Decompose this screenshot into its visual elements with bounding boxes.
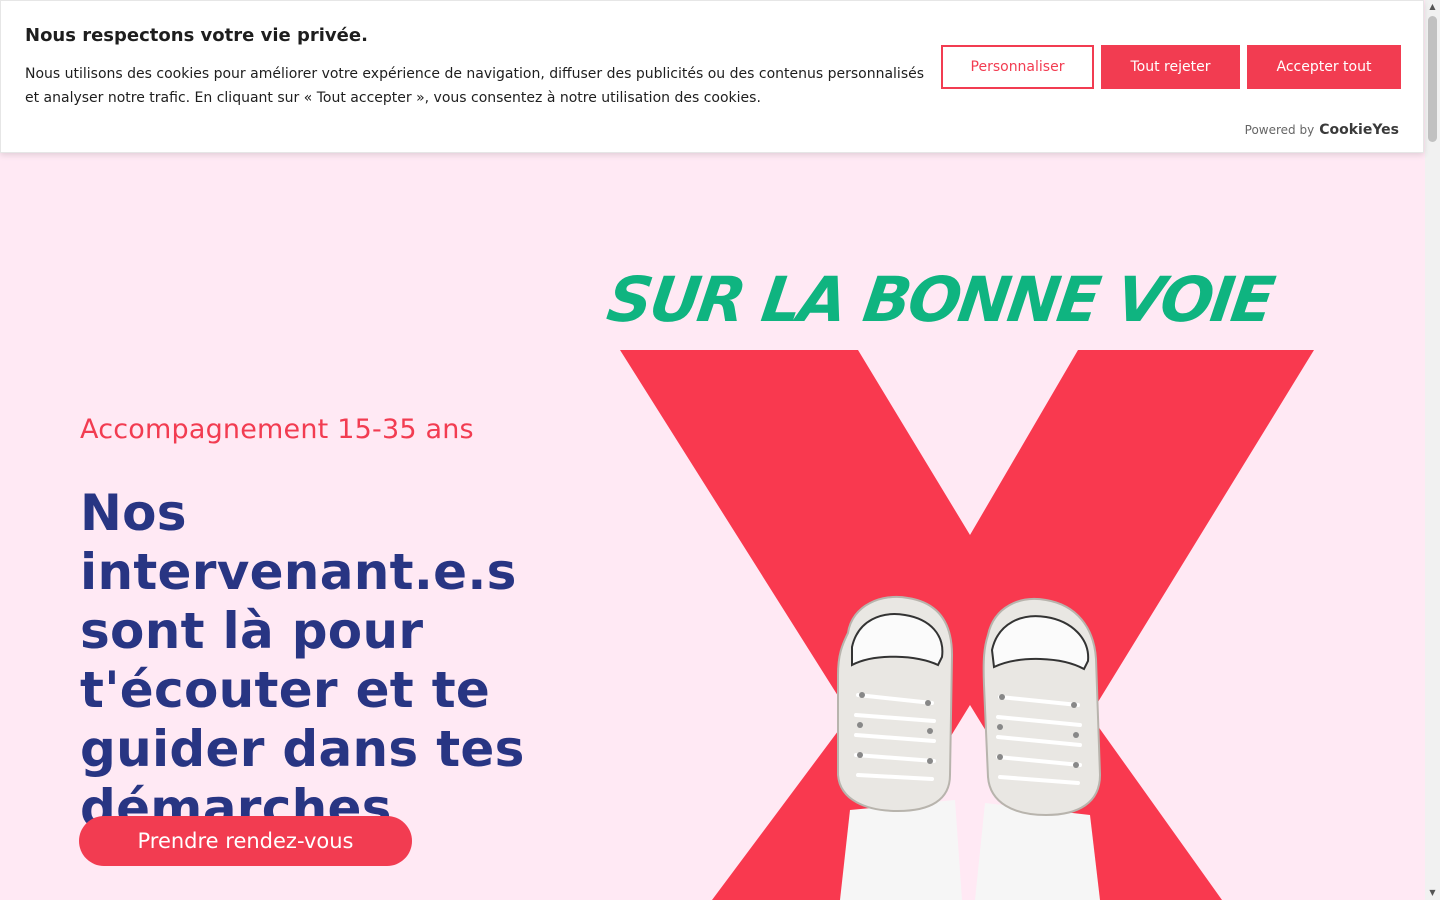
- cookie-banner-title: Nous respectons votre vie privée.: [25, 25, 368, 46]
- cookieyes-logo[interactable]: CookieYes: [1319, 122, 1399, 138]
- hero-artwork: SUR LA BONNE VOIE: [600, 255, 1340, 900]
- cookie-banner-text: Nous utilisons des cookies pour améliore…: [25, 66, 925, 106]
- powered-by-label: Powered by: [1244, 123, 1315, 137]
- scroll-down-arrow-icon[interactable]: ▼: [1425, 886, 1440, 900]
- red-x-with-sneakers-illustration: [620, 350, 1314, 900]
- accept-all-cookies-button[interactable]: Accepter tout: [1247, 45, 1401, 89]
- book-appointment-button[interactable]: Prendre rendez-vous: [79, 816, 412, 866]
- scroll-up-arrow-icon[interactable]: ▲: [1425, 0, 1440, 14]
- reject-all-cookies-button[interactable]: Tout rejeter: [1101, 45, 1240, 89]
- scrollbar-thumb[interactable]: [1428, 16, 1437, 142]
- powered-by: Powered by CookieYes: [1245, 122, 1399, 138]
- vertical-scrollbar[interactable]: ▲ ▼: [1425, 0, 1440, 900]
- hero-headline: Nos intervenant.e.s sont là pour t'écout…: [80, 484, 525, 837]
- cookie-consent-banner: Nous respectons votre vie privée. Nous u…: [0, 0, 1424, 153]
- customize-cookies-button[interactable]: Personnaliser: [941, 45, 1094, 89]
- hero-kicker: Accompagnement 15-35 ans: [80, 414, 474, 445]
